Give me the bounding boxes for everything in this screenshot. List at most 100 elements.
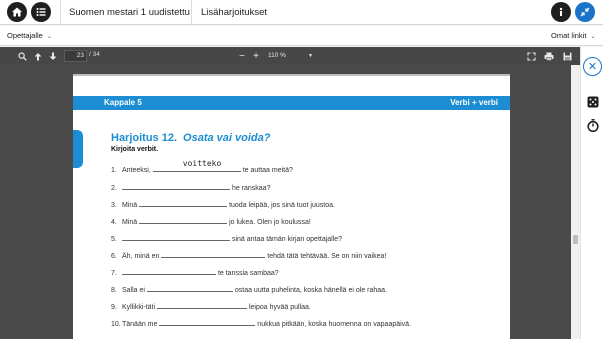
scrollbar-thumb[interactable] — [573, 235, 578, 244]
item-text-before: Salla ei — [122, 287, 147, 294]
fullscreen-button[interactable] — [525, 50, 537, 62]
pdf-viewer[interactable]: Kappale 5 Verbi + verbi Harjoitus 12. Osa… — [0, 65, 580, 339]
close-button[interactable]: ✕ — [583, 57, 602, 76]
item-text-after: jo lukea. Olen jo koulussa! — [227, 219, 311, 226]
collapse-icon — [580, 7, 590, 17]
chevron-down-icon: ⌄ — [46, 34, 52, 40]
answer-blank[interactable] — [159, 318, 256, 326]
item-number: 2. — [111, 185, 117, 192]
home-icon — [12, 7, 22, 17]
scrollbar[interactable] — [571, 65, 580, 339]
save-icon — [563, 52, 571, 60]
chapter-header: Kappale 5 Verbi + verbi — [73, 96, 510, 110]
collapse-button[interactable] — [575, 2, 595, 22]
section-title[interactable]: Lisäharjoitukset — [201, 7, 267, 18]
pdf-page: Kappale 5 Verbi + verbi Harjoitus 12. Osa… — [73, 74, 510, 339]
arrow-down-icon — [49, 52, 57, 60]
divider — [191, 0, 192, 25]
item-number: 3. — [111, 202, 117, 209]
item-text-before: Kyllikki-täti — [122, 304, 158, 311]
answer-blank[interactable] — [146, 284, 233, 292]
own-links-dropdown[interactable]: Omat linkit ⌄ — [551, 31, 595, 40]
next-page-button[interactable] — [47, 50, 59, 62]
side-tab — [73, 130, 83, 168]
search-button[interactable] — [16, 50, 28, 62]
chapter-label: Kappale 5 — [104, 98, 142, 107]
print-button[interactable] — [543, 50, 555, 62]
answer-blank[interactable] — [157, 301, 248, 309]
menu-icon — [36, 8, 46, 16]
exercise-name: Osata vai voida? — [183, 132, 271, 144]
item-number: 7. — [111, 270, 117, 277]
exercise-item: 7. te tanssia sambaa? — [111, 267, 279, 277]
answer-blank[interactable] — [122, 182, 230, 190]
item-number: 4. — [111, 219, 117, 226]
item-text-after: he ranskaa? — [230, 185, 271, 192]
item-text-before: Tänään me — [122, 321, 160, 328]
book-title[interactable]: Suomen mestari 1 uudistettu — [69, 7, 190, 18]
home-button[interactable] — [7, 2, 27, 22]
previous-page-button[interactable] — [32, 50, 44, 62]
item-number: 10. — [111, 321, 121, 328]
item-text-before: Minä — [122, 219, 140, 226]
top-bar: Suomen mestari 1 uudistettu Lisäharjoitu… — [0, 0, 603, 25]
search-icon — [17, 51, 27, 61]
item-number: 6. — [111, 253, 117, 260]
dice-button[interactable] — [586, 95, 599, 108]
item-text-before: Minä — [122, 202, 140, 209]
zoom-select[interactable]: 110 % ▼ — [265, 50, 315, 62]
teacher-dropdown[interactable]: Opettajalle ⌄ — [7, 31, 52, 40]
item-text-after: leipoa hyvää pullaa. — [247, 304, 311, 311]
chevron-down-icon: ▼ — [308, 53, 313, 59]
pdf-toolbar: 23 / 34 − + 110 % ▼ — [0, 47, 580, 65]
answer-blank[interactable]: voitteko — [152, 159, 241, 172]
answer-blank[interactable] — [139, 216, 228, 224]
topic-label: Verbi + verbi — [450, 98, 498, 107]
item-text-after: te tanssia sambaa? — [216, 270, 279, 277]
answer-blank[interactable] — [122, 267, 216, 275]
secondary-bar: Opettajalle ⌄ Omat linkit ⌄ — [0, 26, 603, 46]
exercise-item: 4. Minä jo lukea. Olen jo koulussa! — [111, 216, 311, 226]
exercise-instruction: Kirjoita verbit. — [111, 146, 159, 153]
item-text-after: te auttaa meitä? — [240, 167, 293, 174]
exercise-item: 5. sinä antaa tämän kirjan opettajalle? — [111, 233, 342, 243]
exercise-title: Harjoitus 12. Osata vai voida? — [111, 128, 270, 146]
exercise-item: 1. Anteeksi, voitteko te auttaa meitä? — [111, 159, 293, 174]
answer-blank[interactable] — [139, 199, 228, 207]
stopwatch-icon — [586, 119, 599, 132]
answer-blank[interactable] — [161, 250, 266, 258]
divider — [60, 0, 61, 25]
teacher-dropdown-label: Opettajalle — [7, 31, 43, 40]
item-text-before: Äh, minä en — [122, 253, 162, 260]
page-number-input[interactable]: 23 — [64, 50, 87, 62]
item-number: 8. — [111, 287, 117, 294]
item-number: 1. — [111, 167, 117, 174]
right-tool-rail: ✕ — [580, 47, 603, 339]
page-total: / 34 — [89, 51, 100, 58]
item-text-after: tehdä tätä tehtävää. Se on niin vaikea! — [265, 253, 387, 260]
exercise-item: 6. Äh, minä en tehdä tätä tehtävää. Se on… — [111, 250, 386, 260]
page-top-edge — [73, 74, 510, 76]
item-text-after: nukkua pitkään, koska huomenna on vapaap… — [255, 321, 412, 328]
print-icon — [544, 52, 554, 61]
info-button[interactable] — [551, 2, 571, 22]
item-text-before: Anteeksi, — [122, 167, 153, 174]
chevron-down-icon: ⌄ — [590, 34, 596, 40]
exercise-item: 10.Tänään me nukkua pitkään, koska huome… — [111, 318, 411, 328]
zoom-out-button[interactable]: − — [236, 50, 248, 62]
own-links-label: Omat linkit — [551, 31, 587, 40]
item-text-after: tuoda leipää, jos sinä tuot juustoa. — [227, 202, 335, 209]
menu-button[interactable] — [31, 2, 51, 22]
download-button[interactable] — [561, 50, 573, 62]
exercise-item: 3. Minä tuoda leipää, jos sinä tuot juust… — [111, 199, 335, 209]
zoom-in-button[interactable]: + — [250, 50, 262, 62]
close-icon: ✕ — [587, 61, 598, 73]
item-text-after: sinä antaa tämän kirjan opettajalle? — [230, 236, 343, 243]
timer-button[interactable] — [586, 119, 599, 132]
exercise-item: 8. Salla ei ostaa uutta puhelinta, koska … — [111, 284, 387, 294]
answer-blank[interactable] — [122, 233, 230, 241]
item-number: 9. — [111, 304, 117, 311]
zoom-value: 110 % — [268, 52, 286, 59]
item-text-after: ostaa uutta puhelinta, koska hänellä ei … — [232, 287, 388, 294]
dice-icon — [587, 96, 598, 107]
